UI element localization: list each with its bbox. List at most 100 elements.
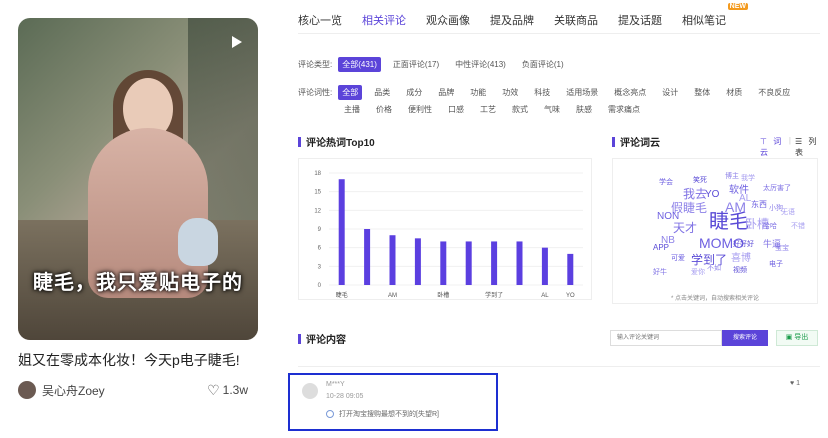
bar[interactable] (465, 241, 472, 285)
type-neutral[interactable]: 中性评论(413) (451, 57, 510, 72)
commenter-name: M***Y (326, 381, 345, 388)
tab-overview[interactable]: 核心一览 (298, 12, 342, 28)
author-name[interactable]: 吴心舟Zoey (42, 382, 105, 399)
y-tick-label: 9 (318, 227, 322, 233)
bar[interactable] (491, 241, 498, 285)
dim-chip[interactable]: 全部 (338, 85, 363, 100)
dim-chip[interactable]: 便利性 (404, 102, 436, 117)
tab-brands[interactable]: 提及品牌 (490, 12, 534, 28)
bar[interactable] (440, 241, 447, 285)
note-title[interactable]: 姐又在零成本化妆！今天p电子睫毛! (18, 350, 248, 370)
cloud-word[interactable]: 喜博 (731, 249, 751, 264)
type-negative[interactable]: 负面评论(1) (518, 57, 568, 72)
cloud-word[interactable]: 博主 (725, 171, 739, 181)
type-all[interactable]: 全部(431) (338, 57, 381, 72)
tab-divider (298, 33, 820, 34)
list-view-label: 列表 (794, 137, 817, 157)
toggle-separator: | (788, 136, 791, 145)
list-view-tab[interactable]: ☰ 列表 (795, 136, 820, 158)
bar[interactable] (567, 253, 574, 285)
heart-icon: ♡ (207, 381, 220, 398)
y-tick-label: 3 (318, 264, 322, 270)
x-tick-label: AL (541, 293, 549, 299)
cloud-word[interactable]: 软件 (729, 181, 749, 196)
bar[interactable] (414, 238, 421, 285)
dim-chip[interactable]: 不良反应 (754, 85, 794, 100)
dim-chip[interactable]: 需求痛点 (604, 102, 644, 117)
dim-chip[interactable]: 品类 (370, 85, 394, 100)
bar[interactable] (364, 229, 371, 285)
cloud-word[interactable]: 我学 (741, 173, 755, 183)
play-icon[interactable] (232, 36, 242, 48)
comment-likes[interactable]: ♥ 1 (790, 380, 800, 387)
tab-products[interactable]: 关联商品 (554, 12, 598, 28)
filter-type-label: 评论类型: (298, 60, 333, 69)
x-tick-label: 睫毛 (336, 291, 348, 299)
tab-topics[interactable]: 提及话题 (618, 12, 662, 28)
cloud-view-tab[interactable]: ⊤ 词云 (760, 136, 785, 158)
dim-chip[interactable]: 肤感 (572, 102, 596, 117)
dim-chip[interactable]: 材质 (722, 85, 746, 100)
comment-search-input[interactable] (610, 330, 722, 346)
bar[interactable] (338, 179, 345, 285)
cloud-word[interactable]: 哈哈 (763, 221, 777, 231)
bar[interactable] (389, 235, 396, 285)
cloud-word[interactable]: 宝宝 (775, 243, 789, 253)
dim-chip[interactable]: 整体 (690, 85, 714, 100)
dim-chip[interactable]: 概念亮点 (610, 85, 650, 100)
comment-item[interactable]: M***Y 10-28 09:05 打开淘宝搜购最想不到的[失望R] (288, 373, 498, 431)
tab-bar: 核心一览 相关评论 观众画像 提及品牌 关联商品 提及话题 相似笔记 NEW (298, 3, 748, 28)
dim-chip[interactable]: 品牌 (434, 85, 458, 100)
commenter-avatar (302, 383, 318, 399)
dim-chip[interactable]: 设计 (658, 85, 682, 100)
cloud-word[interactable]: 视频 (733, 265, 747, 275)
cloud-word[interactable]: 电子 (769, 259, 783, 269)
cloud-word[interactable]: NON (657, 211, 679, 222)
dim-chip[interactable]: 气味 (540, 102, 564, 117)
cloud-word[interactable]: 好好好 (733, 239, 754, 249)
tab-comments[interactable]: 相关评论 (362, 12, 406, 28)
tab-audience[interactable]: 观众画像 (426, 12, 470, 28)
y-tick-label: 12 (314, 208, 321, 214)
cloud-word[interactable]: 爱你 (691, 267, 705, 277)
bar[interactable] (516, 241, 523, 285)
section-accent (298, 136, 301, 147)
cloud-word[interactable]: 学会 (659, 177, 673, 187)
dim-chip[interactable]: 价格 (372, 102, 396, 117)
likes-count: ♡ 1.3w (207, 382, 248, 399)
hot-words-chart: 0 3 6 9 12 15 18 睫毛 AM 卧槽 学到了 AL YO (298, 158, 592, 300)
type-positive[interactable]: 正面评论(17) (389, 57, 443, 72)
hot-words-title-text: 评论热词Top10 (306, 138, 375, 149)
cloud-word[interactable]: 不如 (707, 263, 721, 273)
dim-chip[interactable]: 适用场景 (562, 85, 602, 100)
avatar[interactable] (18, 381, 36, 399)
note-card[interactable]: 睫毛，我只爱贴电子的 姐又在零成本化妆！今天p电子睫毛! 吴心舟Zoey ♡ 1… (18, 18, 258, 400)
dim-chip[interactable]: 款式 (508, 102, 532, 117)
cloud-word[interactable]: 可爱 (671, 253, 685, 263)
dim-chip-group-2: 主播 价格 便利性 口感 工艺 款式 气味 肤感 需求痛点 (340, 102, 652, 117)
note-cover-image[interactable]: 睫毛，我只爱贴电子的 (18, 18, 258, 340)
bar[interactable] (541, 247, 548, 285)
hot-words-svg: 0 3 6 9 12 15 18 睫毛 AM 卧槽 学到了 AL YO (314, 171, 583, 299)
dim-chip[interactable]: 功能 (466, 85, 490, 100)
comments-title-text: 评论内容 (306, 335, 346, 346)
dim-chip[interactable]: 成分 (402, 85, 426, 100)
dim-chip[interactable]: 口感 (444, 102, 468, 117)
cloud-word[interactable]: YO (705, 189, 719, 200)
cloud-word[interactable]: 笑死 (693, 175, 707, 185)
tab-similar[interactable]: 相似笔记 NEW (682, 3, 748, 28)
dim-chip[interactable]: 科技 (530, 85, 554, 100)
comments-divider (298, 366, 820, 367)
dim-chip[interactable]: 工艺 (476, 102, 500, 117)
dim-chip[interactable]: 主播 (340, 102, 364, 117)
cloud-word[interactable]: 不错 (791, 221, 805, 231)
dim-chip[interactable]: 功效 (498, 85, 522, 100)
export-button[interactable]: ▣ 导出 (776, 330, 818, 346)
y-tick-label: 18 (314, 171, 321, 177)
cloud-word[interactable]: 东西 (751, 199, 767, 210)
cloud-word[interactable]: 无语 (781, 207, 795, 217)
cloud-word[interactable]: 好牛 (653, 267, 667, 277)
cloud-word[interactable]: APP (653, 243, 669, 252)
search-comment-button[interactable]: 搜索评论 (722, 330, 768, 346)
cloud-word[interactable]: 太厉害了 (763, 183, 791, 193)
